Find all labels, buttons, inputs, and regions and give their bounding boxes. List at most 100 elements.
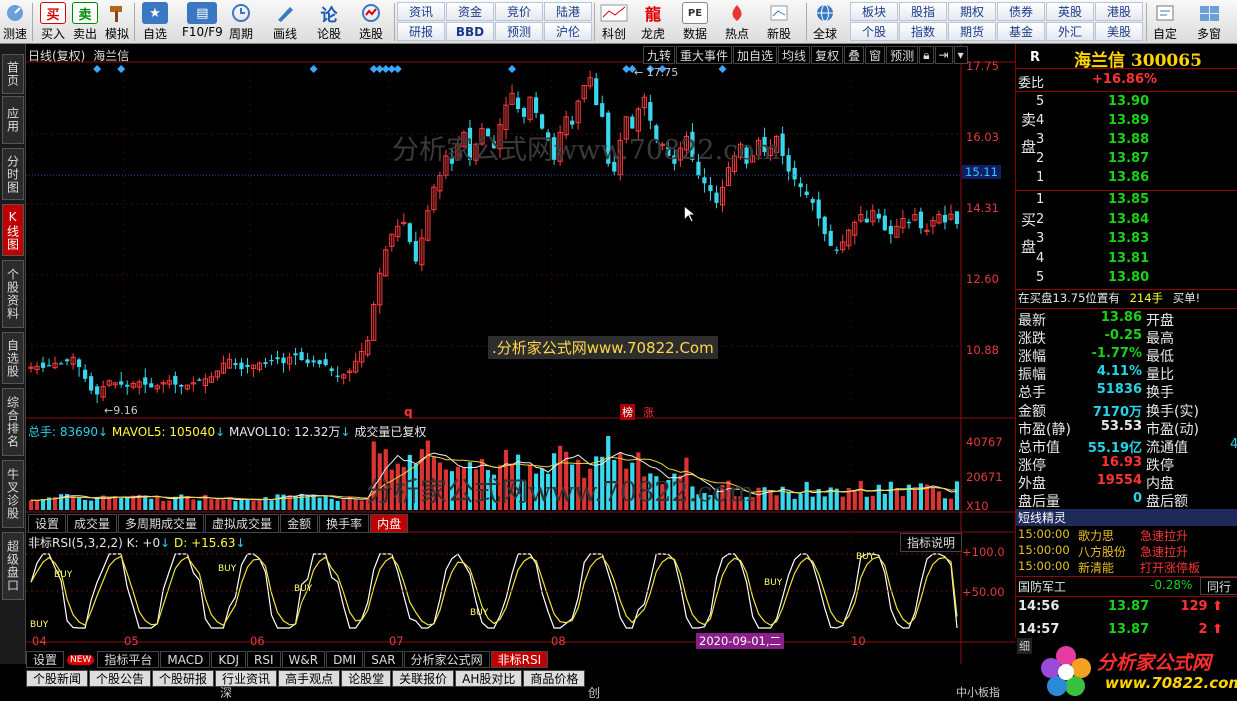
tab-intraday[interactable]: 分时图 xyxy=(2,148,24,200)
ma-button[interactable]: 均线 xyxy=(778,46,811,64)
dragon-tiger-button[interactable]: 龍 龙虎 xyxy=(640,1,666,43)
detail-tab[interactable]: 细 xyxy=(1017,638,1032,654)
overlay-button[interactable]: 叠 xyxy=(844,46,865,64)
bbd-button[interactable]: BBD xyxy=(446,22,494,41)
forecast-button[interactable]: 预测 xyxy=(495,22,543,41)
us-stocks-button[interactable]: 美股 xyxy=(1095,22,1143,41)
custom-button[interactable]: 自定 xyxy=(1152,1,1178,43)
nine-turn-button[interactable]: 九转 xyxy=(643,46,676,64)
lock-icon[interactable]: 🔒︎ xyxy=(919,46,934,64)
tab-volume[interactable]: 成交量 xyxy=(67,514,118,533)
hotspot-button[interactable]: 热点 xyxy=(724,1,750,43)
funds-button[interactable]: 资金 xyxy=(446,2,494,21)
global-button[interactable]: 全球 xyxy=(812,1,838,43)
tab-home[interactable]: 首页 xyxy=(2,54,24,94)
tab-level2[interactable]: 超级盘口 xyxy=(2,532,24,600)
speed-test-button[interactable]: 测速 xyxy=(2,1,28,43)
tab-virtual-volume[interactable]: 虚拟成交量 xyxy=(205,514,280,533)
bid-price[interactable]: 13.80 xyxy=(1108,270,1149,288)
tab-commodity[interactable]: 商品价格 xyxy=(523,670,586,687)
bid-price[interactable]: 13.83 xyxy=(1108,231,1149,249)
peer-button[interactable]: 同行 xyxy=(1200,577,1237,595)
sector-button[interactable]: 板块 xyxy=(850,2,898,21)
tab-formula-site[interactable]: 分析家公式网 xyxy=(403,651,490,668)
major-event-button[interactable]: 重大事件 xyxy=(676,46,733,64)
tab-stock-news[interactable]: 个股新闻 xyxy=(26,670,89,687)
ask-price[interactable]: 13.87 xyxy=(1108,151,1149,169)
f10-button[interactable]: ▤ F10/F9 xyxy=(182,1,223,43)
period-button[interactable]: 周期 xyxy=(228,1,254,43)
tab-reports[interactable]: 个股研报 xyxy=(152,670,215,687)
tab-dmi[interactable]: DMI xyxy=(326,651,364,668)
event-marker[interactable]: q xyxy=(404,405,413,419)
sprite-stock[interactable]: 新清能 xyxy=(1078,559,1114,577)
kline-chart-area[interactable]: 日线(复权) 海兰信 九转 重大事件 加自选 均线 复权 叠 窗 预测 🔒︎ ⇥… xyxy=(26,44,1015,664)
shanghai-london-button[interactable]: 沪伦 xyxy=(544,22,592,41)
bid-price[interactable]: 13.85 xyxy=(1108,192,1149,210)
discuss-button[interactable]: 论 论股 xyxy=(316,1,342,43)
ask-price[interactable]: 13.90 xyxy=(1108,94,1149,112)
auction-button[interactable]: 竞价 xyxy=(495,2,543,21)
ask-price[interactable]: 13.86 xyxy=(1108,170,1149,188)
tab-multi-volume[interactable]: 多周期成交量 xyxy=(118,514,205,533)
star-market-button[interactable]: 科创 xyxy=(598,1,630,43)
tab-forum[interactable]: 论股堂 xyxy=(341,670,392,687)
forex-button[interactable]: 外汇 xyxy=(1046,22,1094,41)
index-button[interactable]: 指数 xyxy=(899,22,947,41)
adjust-button[interactable]: 复权 xyxy=(811,46,844,64)
ask-price[interactable]: 13.88 xyxy=(1108,132,1149,150)
draw-line-button[interactable]: 画线 xyxy=(272,1,298,43)
tab-inner-volume[interactable]: 内盘 xyxy=(370,514,409,533)
tab-kdj[interactable]: KDJ xyxy=(211,651,246,668)
tab-wr[interactable]: W&R xyxy=(281,651,326,668)
tab-nonstd-rsi[interactable]: 非标RSI xyxy=(490,651,549,668)
hk-stocks-button[interactable]: 港股 xyxy=(1095,2,1143,21)
tab-ranking[interactable]: 综合排名 xyxy=(2,388,24,456)
tab-ah-compare[interactable]: AH股对比 xyxy=(455,670,523,687)
tab-diagnosis[interactable]: 牛叉诊股 xyxy=(2,460,24,528)
tab-watchlist[interactable]: 自选股 xyxy=(2,332,24,384)
data-button[interactable]: PE 数据 xyxy=(682,1,708,43)
multi-window-button[interactable]: 多窗 xyxy=(1196,1,1222,43)
predict-button[interactable]: 预测 xyxy=(886,46,919,64)
limit-up-marker[interactable]: 涨 xyxy=(643,404,654,420)
tab-stock-info[interactable]: 个股资料 xyxy=(2,260,24,328)
tab-turnover[interactable]: 换手率 xyxy=(319,514,370,533)
tab-announcements[interactable]: 个股公告 xyxy=(89,670,152,687)
hk-connect-button[interactable]: 陆港 xyxy=(544,2,592,21)
tab-sar[interactable]: SAR xyxy=(364,651,403,668)
fund-button[interactable]: 基金 xyxy=(997,22,1045,41)
tab-indicator-settings[interactable]: 设置 xyxy=(26,651,65,668)
individual-button[interactable]: 个股 xyxy=(850,22,898,41)
exit-icon[interactable]: ⇥ xyxy=(934,46,953,64)
tab-kline[interactable]: K线图 xyxy=(2,204,24,256)
stock-index-button[interactable]: 股指 xyxy=(899,2,947,21)
window-button[interactable]: 窗 xyxy=(865,46,886,64)
bid-price[interactable]: 13.81 xyxy=(1108,251,1149,269)
tab-apps[interactable]: 应用 xyxy=(2,96,24,144)
tab-indicator-platform[interactable]: 指标平台 xyxy=(97,651,160,668)
options-button[interactable]: 期权 xyxy=(948,2,996,21)
tab-related-quotes[interactable]: 关联报价 xyxy=(392,670,455,687)
futures-button[interactable]: 期货 xyxy=(948,22,996,41)
stock-select-button[interactable]: 选股 xyxy=(358,1,384,43)
bonds-button[interactable]: 债券 xyxy=(997,2,1045,21)
research-button[interactable]: 研报 xyxy=(397,22,445,41)
sell-button[interactable]: 卖 卖出 xyxy=(72,1,98,43)
tab-rsi[interactable]: RSI xyxy=(247,651,281,668)
ask-price[interactable]: 13.89 xyxy=(1108,113,1149,131)
new-stock-button[interactable]: 新股 xyxy=(766,1,792,43)
indicator-help-button[interactable]: 指标说明 xyxy=(900,533,963,552)
watchlist-button[interactable]: ★ 自选 xyxy=(142,1,168,43)
tab-amount[interactable]: 金额 xyxy=(280,514,319,533)
simulate-button[interactable]: 模拟 xyxy=(104,1,130,43)
tab-macd[interactable]: MACD xyxy=(160,651,211,668)
tab-vol-settings[interactable]: 设置 xyxy=(28,514,67,533)
bid-price[interactable]: 13.84 xyxy=(1108,212,1149,230)
dragon-list-marker[interactable]: 榜 xyxy=(620,404,635,420)
add-watchlist-button[interactable]: 加自选 xyxy=(733,46,778,64)
uk-stocks-button[interactable]: 英股 xyxy=(1046,2,1094,21)
tab-expert-views[interactable]: 高手观点 xyxy=(278,670,341,687)
buy-button[interactable]: 买 买入 xyxy=(40,1,66,43)
news-button[interactable]: 资讯 xyxy=(397,2,445,21)
